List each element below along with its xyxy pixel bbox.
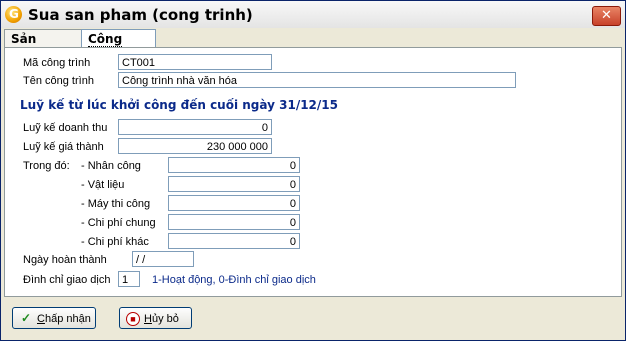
ten-cong-trinh-input[interactable]: Công trình nhà văn hóa bbox=[118, 72, 516, 88]
ma-cong-trinh-input[interactable]: CT001 bbox=[118, 54, 272, 70]
doanh-thu-input[interactable]: 0 bbox=[118, 119, 272, 135]
vat-lieu-input[interactable]: 0 bbox=[168, 176, 300, 192]
chi-phi-chung-label: - Chi phí chung bbox=[81, 217, 156, 229]
doanh-thu-label: Luỹ kế doanh thu bbox=[23, 122, 108, 134]
ten-cong-trinh-label: Tên công trình bbox=[23, 75, 94, 87]
cancel-label-rest: ủy bỏ bbox=[151, 313, 179, 325]
close-icon[interactable]: ✕ bbox=[592, 6, 621, 26]
chi-phi-khac-label: - Chi phí khác bbox=[81, 236, 149, 248]
ma-cong-trinh-label: Mã công trình bbox=[23, 57, 91, 69]
chi-phi-khac-input[interactable]: 0 bbox=[168, 233, 300, 249]
cancel-mnemonic: H bbox=[144, 313, 152, 325]
nhan-cong-label: - Nhân công bbox=[81, 160, 141, 172]
accept-button-label: Chấp nhận bbox=[37, 308, 91, 330]
dinh-chi-hint: 1-Hoạt động, 0-Đình chỉ giao dịch bbox=[152, 274, 316, 286]
chi-phi-chung-input[interactable]: 0 bbox=[168, 214, 300, 230]
vat-lieu-label: - Vật liệu bbox=[81, 179, 125, 191]
title-bar[interactable]: G Sua san pham (cong trinh) ✕ bbox=[1, 1, 625, 29]
may-thi-cong-input[interactable]: 0 bbox=[168, 195, 300, 211]
dialog-window: G Sua san pham (cong trinh) ✕ Sản phẩm C… bbox=[0, 0, 626, 341]
gia-thanh-input[interactable]: 230 000 000 bbox=[118, 138, 272, 154]
accept-button[interactable]: ✓ Chấp nhận bbox=[12, 307, 96, 329]
section-heading: Luỹ kế từ lúc khởi công đến cuối ngày 31… bbox=[20, 98, 338, 112]
app-logo-icon: G bbox=[5, 6, 22, 23]
tab-cong-trinh[interactable]: Công trình bbox=[81, 29, 156, 65]
gia-thanh-label: Luỹ kế giá thành bbox=[23, 141, 104, 153]
dinh-chi-input[interactable]: 1 bbox=[118, 271, 140, 287]
window-title: Sua san pham (cong trinh) bbox=[28, 6, 253, 24]
cancel-button-label: Hủy bỏ bbox=[144, 308, 179, 330]
cancel-button[interactable]: ■ Hủy bỏ bbox=[119, 307, 192, 329]
check-icon: ✓ bbox=[20, 311, 32, 325]
stop-icon: ■ bbox=[126, 312, 140, 326]
accept-label-rest: hấp nhận bbox=[44, 313, 91, 325]
app-logo-letter: G bbox=[9, 7, 19, 21]
accept-mnemonic: C bbox=[37, 313, 45, 325]
nhan-cong-input[interactable]: 0 bbox=[168, 157, 300, 173]
ngay-hoan-thanh-label: Ngày hoàn thành bbox=[23, 254, 107, 266]
dinh-chi-label: Đình chỉ giao dịch bbox=[23, 274, 111, 286]
trong-do-label: Trong đó: bbox=[23, 160, 70, 172]
tab-san-pham[interactable]: Sản phẩm bbox=[4, 29, 83, 64]
ngay-hoan-thanh-input[interactable]: / / bbox=[132, 251, 194, 267]
may-thi-cong-label: - Máy thi công bbox=[81, 198, 151, 210]
